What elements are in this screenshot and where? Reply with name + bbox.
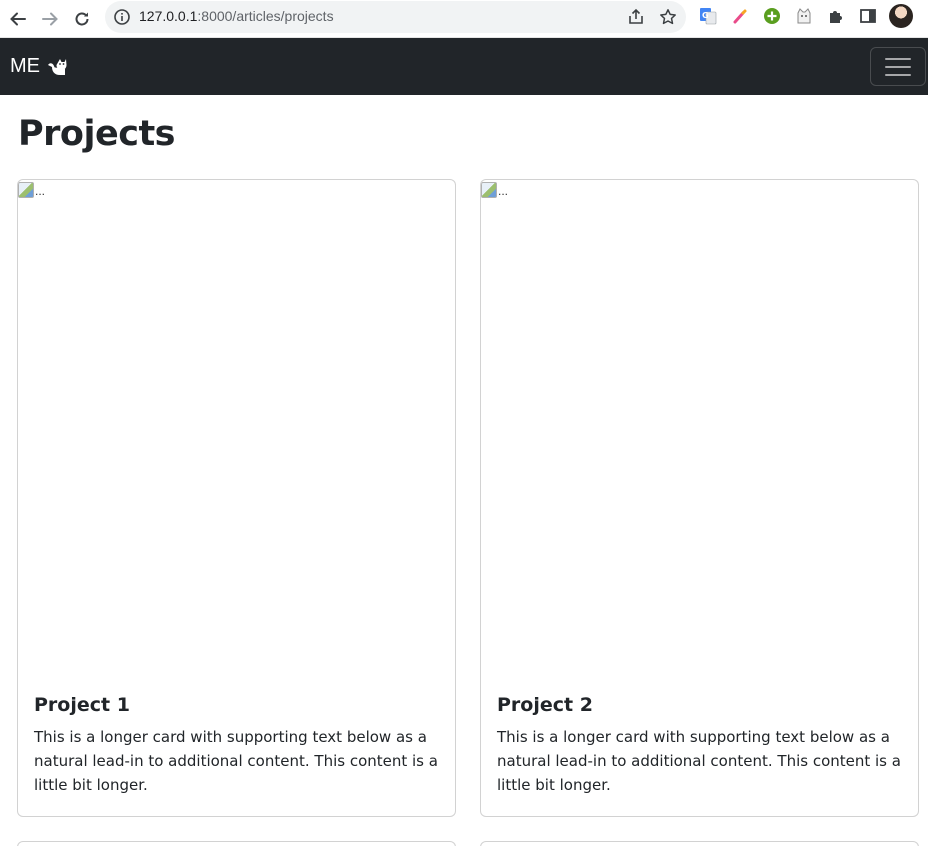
- hamburger-icon[interactable]: [870, 47, 926, 86]
- hamburger-line: [885, 57, 911, 60]
- image-alt-text: ...: [498, 184, 509, 198]
- puzzle-icon[interactable]: [826, 6, 846, 26]
- card-image: ...: [481, 180, 918, 688]
- brand-text: ME: [10, 55, 40, 77]
- side-panel-icon[interactable]: [858, 6, 878, 26]
- color-picker-icon[interactable]: [730, 6, 750, 26]
- google-translate-icon[interactable]: G: [698, 6, 718, 26]
- url-text[interactable]: 127.0.0.1:8000/articles/projects: [139, 8, 334, 24]
- card-body: Project 1 This is a longer card with sup…: [18, 688, 455, 813]
- url-host: 127.0.0.1: [139, 8, 198, 24]
- profile-avatar[interactable]: [889, 4, 913, 28]
- cat-extension-icon[interactable]: [794, 6, 814, 26]
- browser-toolbar: 127.0.0.1:8000/articles/projects G: [0, 0, 928, 38]
- card-title: Project 2: [497, 694, 593, 716]
- broken-image-icon: ...: [18, 182, 45, 198]
- card-text: This is a longer card with supporting te…: [34, 728, 438, 794]
- card-image: ...: [18, 180, 455, 688]
- project-card: ... Project 2 This is a longer card with…: [480, 179, 919, 817]
- card-body: Project 2 This is a longer card with sup…: [481, 688, 918, 813]
- broken-image-icon: ...: [481, 182, 508, 198]
- page-title: Projects: [18, 114, 176, 154]
- green-plus-icon[interactable]: [762, 6, 782, 26]
- site-navbar: ME: [0, 38, 928, 95]
- svg-text:G: G: [702, 11, 709, 20]
- card-title: Project 1: [34, 694, 130, 716]
- hamburger-line: [885, 73, 911, 76]
- reload-icon[interactable]: [68, 5, 96, 33]
- card-text: This is a longer card with supporting te…: [497, 728, 901, 794]
- project-card: [480, 841, 919, 846]
- back-arrow-icon[interactable]: [4, 5, 32, 33]
- project-card: [17, 841, 456, 846]
- address-bar[interactable]: 127.0.0.1:8000/articles/projects: [105, 1, 686, 33]
- hamburger-line: [885, 65, 911, 68]
- project-card: ... Project 1 This is a longer card with…: [17, 179, 456, 817]
- share-icon[interactable]: [627, 8, 645, 26]
- url-path: :8000/articles/projects: [197, 8, 334, 24]
- info-icon[interactable]: [113, 8, 131, 26]
- image-alt-text: ...: [35, 184, 46, 198]
- navbar-brand[interactable]: ME: [10, 55, 68, 78]
- forward-arrow-icon[interactable]: [36, 5, 64, 33]
- cat-icon: [46, 57, 68, 77]
- star-icon[interactable]: [659, 8, 677, 26]
